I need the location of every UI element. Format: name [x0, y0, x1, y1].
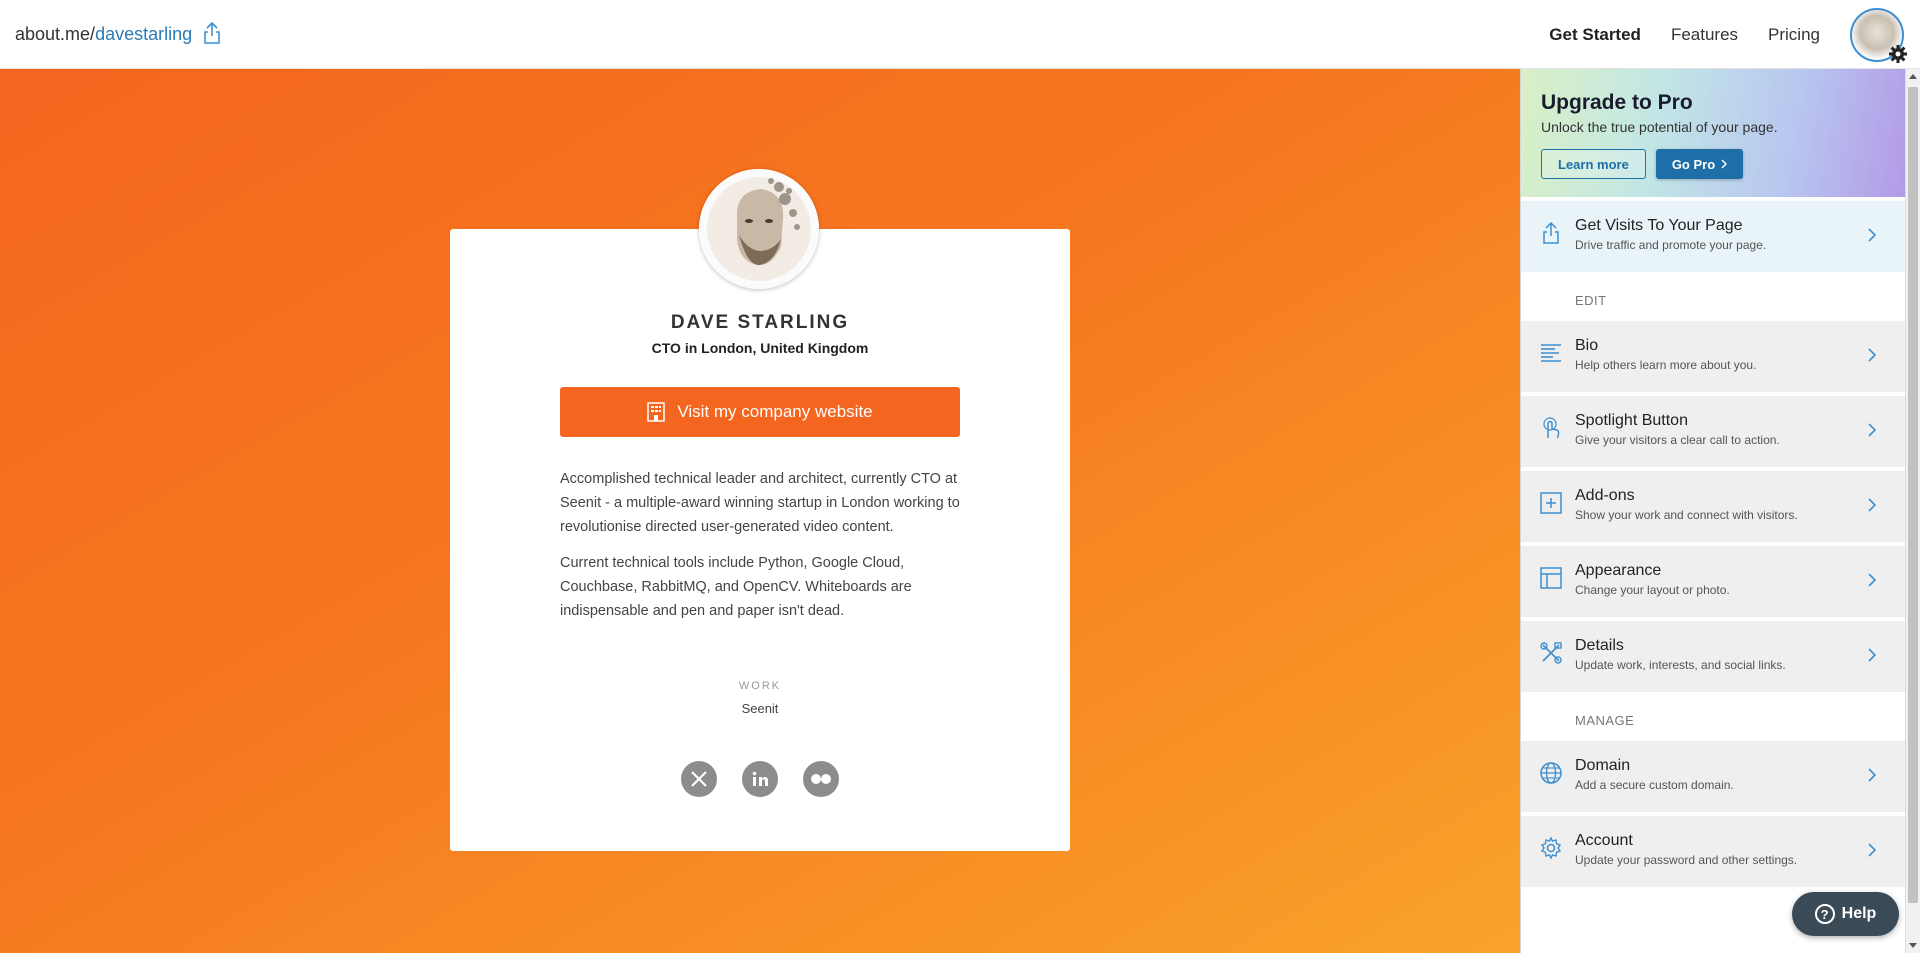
pointer-hand-icon: [1543, 417, 1560, 439]
spotlight-button[interactable]: Visit my company website: [560, 387, 960, 437]
edit-spotlight-item[interactable]: Spotlight Button Give your visitors a cl…: [1521, 396, 1905, 467]
edit-addons-title: Add-ons: [1575, 487, 1635, 504]
edit-details-title: Details: [1575, 637, 1624, 654]
work-label: WORK: [738, 680, 782, 692]
linkedin-icon[interactable]: [742, 761, 778, 797]
scroll-up-arrow[interactable]: [1909, 74, 1917, 79]
share-icon: [1543, 221, 1559, 244]
edit-panel: Upgrade to Pro Unlock the true potential…: [1520, 69, 1905, 953]
layout-icon: [1540, 567, 1562, 589]
edit-addons-item[interactable]: Add-ons Show your work and connect with …: [1521, 471, 1905, 542]
spotlight-button-label: Visit my company website: [677, 402, 873, 421]
manage-account-item[interactable]: Account Update your password and other s…: [1521, 816, 1905, 887]
help-button[interactable]: ? Help: [1792, 892, 1899, 936]
go-pro-label: Go Pro: [1671, 156, 1716, 172]
main-nav: Get Started Features Pricing: [1549, 0, 1920, 69]
account-avatar[interactable]: [1850, 7, 1907, 63]
chevron-right-icon: [1868, 348, 1877, 362]
profile-card: DAVE STARLING CTO in London, United King…: [450, 229, 1070, 851]
get-visits-subtitle: Drive traffic and promote your page.: [1575, 238, 1767, 252]
panel-scrollbar[interactable]: [1905, 69, 1920, 953]
pro-subtitle: Unlock the true potential of your page.: [1541, 119, 1778, 135]
scroll-down-arrow[interactable]: [1909, 943, 1917, 948]
get-visits-item[interactable]: Get Visits To Your Page Drive traffic an…: [1521, 201, 1905, 272]
upgrade-pro-banner: Upgrade to Pro Unlock the true potential…: [1521, 69, 1905, 197]
edit-appearance-subtitle: Change your layout or photo.: [1575, 583, 1730, 597]
text-lines-icon: [1541, 344, 1561, 362]
edit-details-item[interactable]: Details Update work, interests, and soci…: [1521, 621, 1905, 692]
edit-bio-item[interactable]: Bio Help others learn more about you.: [1521, 321, 1905, 392]
manage-section-label: MANAGE: [1575, 713, 1635, 728]
chevron-right-icon: [1721, 159, 1728, 169]
pro-title: Upgrade to Pro: [1541, 91, 1693, 114]
profile-bio: Accomplished technical leader and archit…: [560, 467, 960, 635]
nav-features[interactable]: Features: [1671, 25, 1738, 45]
profile-headline: CTO in London, United Kingdom: [651, 340, 869, 356]
chevron-right-icon: [1868, 423, 1877, 437]
edit-section-label: EDIT: [1575, 293, 1607, 308]
scrollbar-thumb[interactable]: [1908, 87, 1918, 903]
chevron-right-icon: [1868, 768, 1877, 782]
go-pro-button[interactable]: Go Pro: [1655, 149, 1744, 179]
chevron-right-icon: [1868, 573, 1877, 587]
profile-name: DAVE STARLING: [670, 312, 850, 333]
gear-icon: [1889, 44, 1907, 63]
nav-get-started[interactable]: Get Started: [1549, 25, 1641, 45]
plus-square-icon: [1540, 492, 1562, 514]
manage-domain-subtitle: Add a secure custom domain.: [1575, 778, 1734, 792]
settings-gear-icon: [1540, 836, 1562, 860]
manage-domain-title: Domain: [1575, 757, 1631, 774]
manage-account-subtitle: Update your password and other settings.: [1575, 853, 1798, 867]
globe-icon: [1540, 762, 1562, 784]
learn-more-button[interactable]: Learn more: [1541, 149, 1646, 179]
manage-account-title: Account: [1575, 832, 1633, 849]
bio-paragraph: Current technical tools include Python, …: [560, 555, 912, 619]
edit-bio-title: Bio: [1575, 337, 1599, 354]
nav-pricing[interactable]: Pricing: [1768, 25, 1820, 45]
edit-spotlight-subtitle: Give your visitors a clear call to actio…: [1575, 433, 1780, 447]
edit-addons-subtitle: Show your work and connect with visitors…: [1575, 508, 1798, 522]
top-bar: about.me/davestarling Get Started Featur…: [0, 0, 1920, 69]
tools-icon: [1540, 642, 1562, 664]
edit-appearance-item[interactable]: Appearance Change your layout or photo.: [1521, 546, 1905, 617]
chevron-right-icon: [1868, 648, 1877, 662]
edit-spotlight-title: Spotlight Button: [1575, 412, 1688, 429]
help-label: Help: [1841, 905, 1877, 922]
building-icon: [647, 402, 666, 422]
work-value: Seenit: [741, 701, 779, 716]
page-url[interactable]: about.me/davestarling: [15, 24, 192, 45]
flickr-icon[interactable]: [803, 761, 839, 797]
get-visits-title: Get Visits To Your Page: [1575, 217, 1743, 234]
social-links: [450, 761, 1070, 797]
edit-details-subtitle: Update work, interests, and social links…: [1575, 658, 1786, 672]
bio-paragraph: Accomplished technical leader and archit…: [560, 471, 960, 535]
profile-photo: [699, 169, 819, 289]
chevron-right-icon: [1868, 498, 1877, 512]
edit-appearance-title: Appearance: [1575, 562, 1662, 579]
manage-domain-item[interactable]: Domain Add a secure custom domain.: [1521, 741, 1905, 812]
question-icon: ?: [1814, 904, 1835, 924]
chevron-right-icon: [1868, 228, 1877, 242]
share-icon[interactable]: [203, 21, 221, 45]
x-icon[interactable]: [681, 761, 717, 797]
edit-bio-subtitle: Help others learn more about you.: [1575, 358, 1757, 372]
url-prefix: about.me/: [15, 24, 96, 44]
url-username: davestarling: [95, 24, 193, 44]
chevron-right-icon: [1868, 843, 1877, 857]
